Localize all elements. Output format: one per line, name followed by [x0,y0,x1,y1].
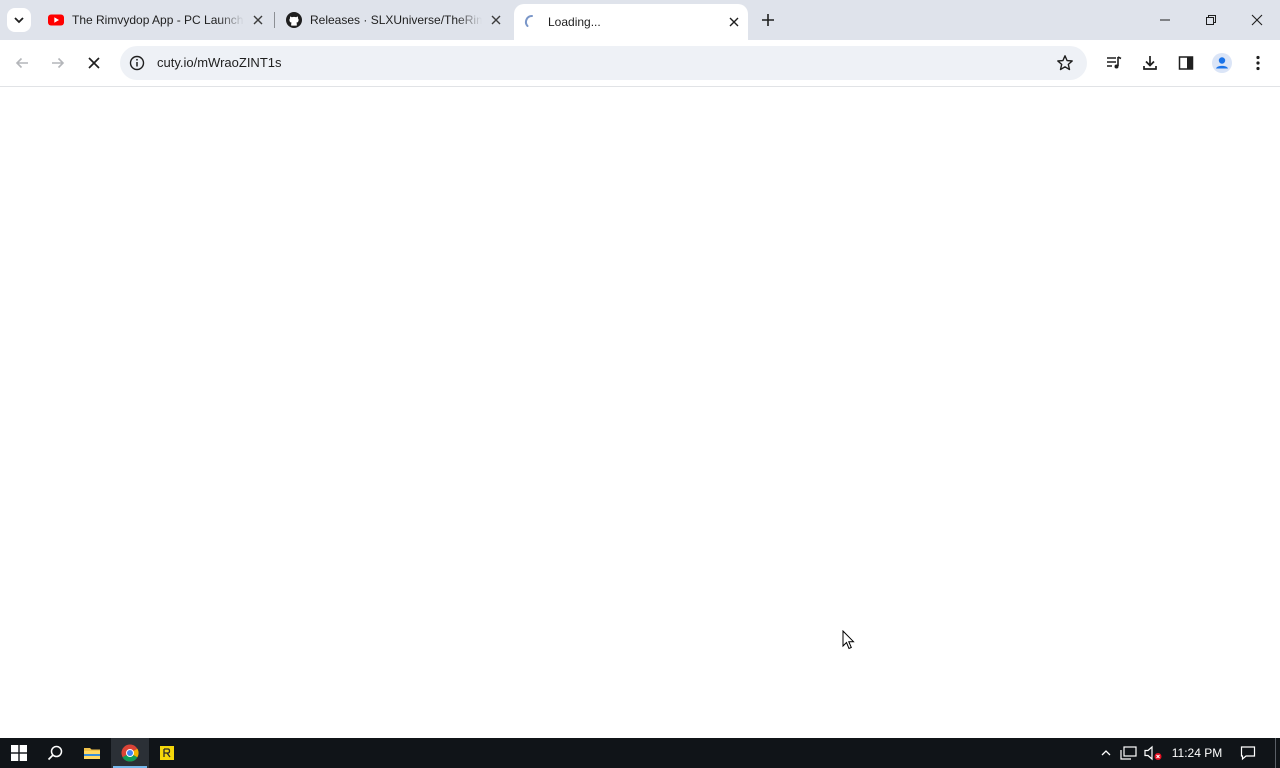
notes-app-button[interactable] [148,738,186,768]
taskbar-clock[interactable]: 11:24 PM [1166,738,1228,768]
page-viewport [0,87,1280,738]
file-explorer-button[interactable] [73,738,111,768]
tab-title: Releases · SLXUniverse/TheRimvydopApp [310,13,482,27]
tab-title: Loading... [548,15,601,29]
close-icon [1251,14,1263,26]
search-button[interactable] [36,738,74,768]
chrome-menu-button[interactable] [1246,51,1270,75]
browser-toolbar: cuty.io/mWraoZINT1s [0,40,1280,87]
tab-title: The Rimvydop App - PC Launcher [72,13,244,27]
notifications-button[interactable] [1234,738,1262,768]
stop-loading-button[interactable] [80,49,108,77]
close-icon [88,57,100,69]
playlist-music-icon [1107,56,1122,69]
download-icon [1143,56,1157,70]
arrow-right-icon [52,57,65,69]
close-icon [729,17,739,27]
forward-button[interactable] [44,49,72,77]
minimize-icon [1160,19,1170,21]
start-button[interactable] [0,738,38,768]
chrome-taskbar-button[interactable] [111,738,149,768]
notification-icon [1240,746,1256,761]
loading-spinner-icon [524,14,533,27]
close-tab-button[interactable] [726,14,742,30]
tab-github-releases[interactable]: Releases · SLXUniverse/TheRimvydopApp [276,4,510,36]
close-tab-button[interactable] [250,12,266,28]
close-tab-button[interactable] [488,12,504,28]
bookmark-star-icon[interactable] [1056,54,1074,72]
side-panel-button[interactable] [1174,51,1198,75]
network-status-button[interactable] [1118,738,1140,768]
close-icon [253,15,263,25]
network-icon [1120,746,1137,760]
chevron-down-icon [14,17,24,24]
mouse-cursor-icon [842,630,855,650]
tab-strip: The Rimvydop App - PC Launcher Releases … [0,0,1280,40]
github-icon [286,12,302,28]
tab-youtube[interactable]: The Rimvydop App - PC Launcher [38,4,272,36]
show-desktop-button[interactable] [1275,738,1276,768]
plus-icon [762,14,774,26]
new-tab-button[interactable] [756,8,780,32]
restore-icon [1206,15,1216,25]
tab-search-button[interactable] [7,8,31,32]
site-info-icon[interactable] [129,55,145,71]
youtube-icon [48,14,64,26]
minimize-button[interactable] [1142,0,1188,40]
profile-avatar-icon [1212,53,1232,73]
arrow-left-icon [15,57,28,69]
close-icon [491,15,501,25]
file-explorer-icon [84,748,100,759]
search-icon [47,745,63,761]
volume-button[interactable] [1142,738,1164,768]
windows-taskbar: 11:24 PM [0,738,1280,768]
url-text[interactable]: cuty.io/mWraoZINT1s [157,55,281,71]
show-hidden-icons-button[interactable] [1096,738,1116,768]
notes-app-icon [160,746,174,760]
downloads-button[interactable] [1138,51,1162,75]
media-controls-button[interactable] [1102,51,1126,75]
volume-muted-icon [1144,745,1162,761]
back-button[interactable] [8,49,36,77]
chrome-icon [121,744,139,762]
address-bar[interactable]: cuty.io/mWraoZINT1s [120,46,1087,80]
restore-button[interactable] [1188,0,1234,40]
close-window-button[interactable] [1234,0,1280,40]
chevron-up-icon [1101,750,1111,756]
windows-logo-icon [11,745,27,761]
profile-button[interactable] [1210,51,1234,75]
tab-loading[interactable]: Loading... [514,4,748,40]
side-panel-icon [1178,56,1194,70]
tab-separator [274,12,275,28]
more-vertical-icon [1256,55,1260,71]
